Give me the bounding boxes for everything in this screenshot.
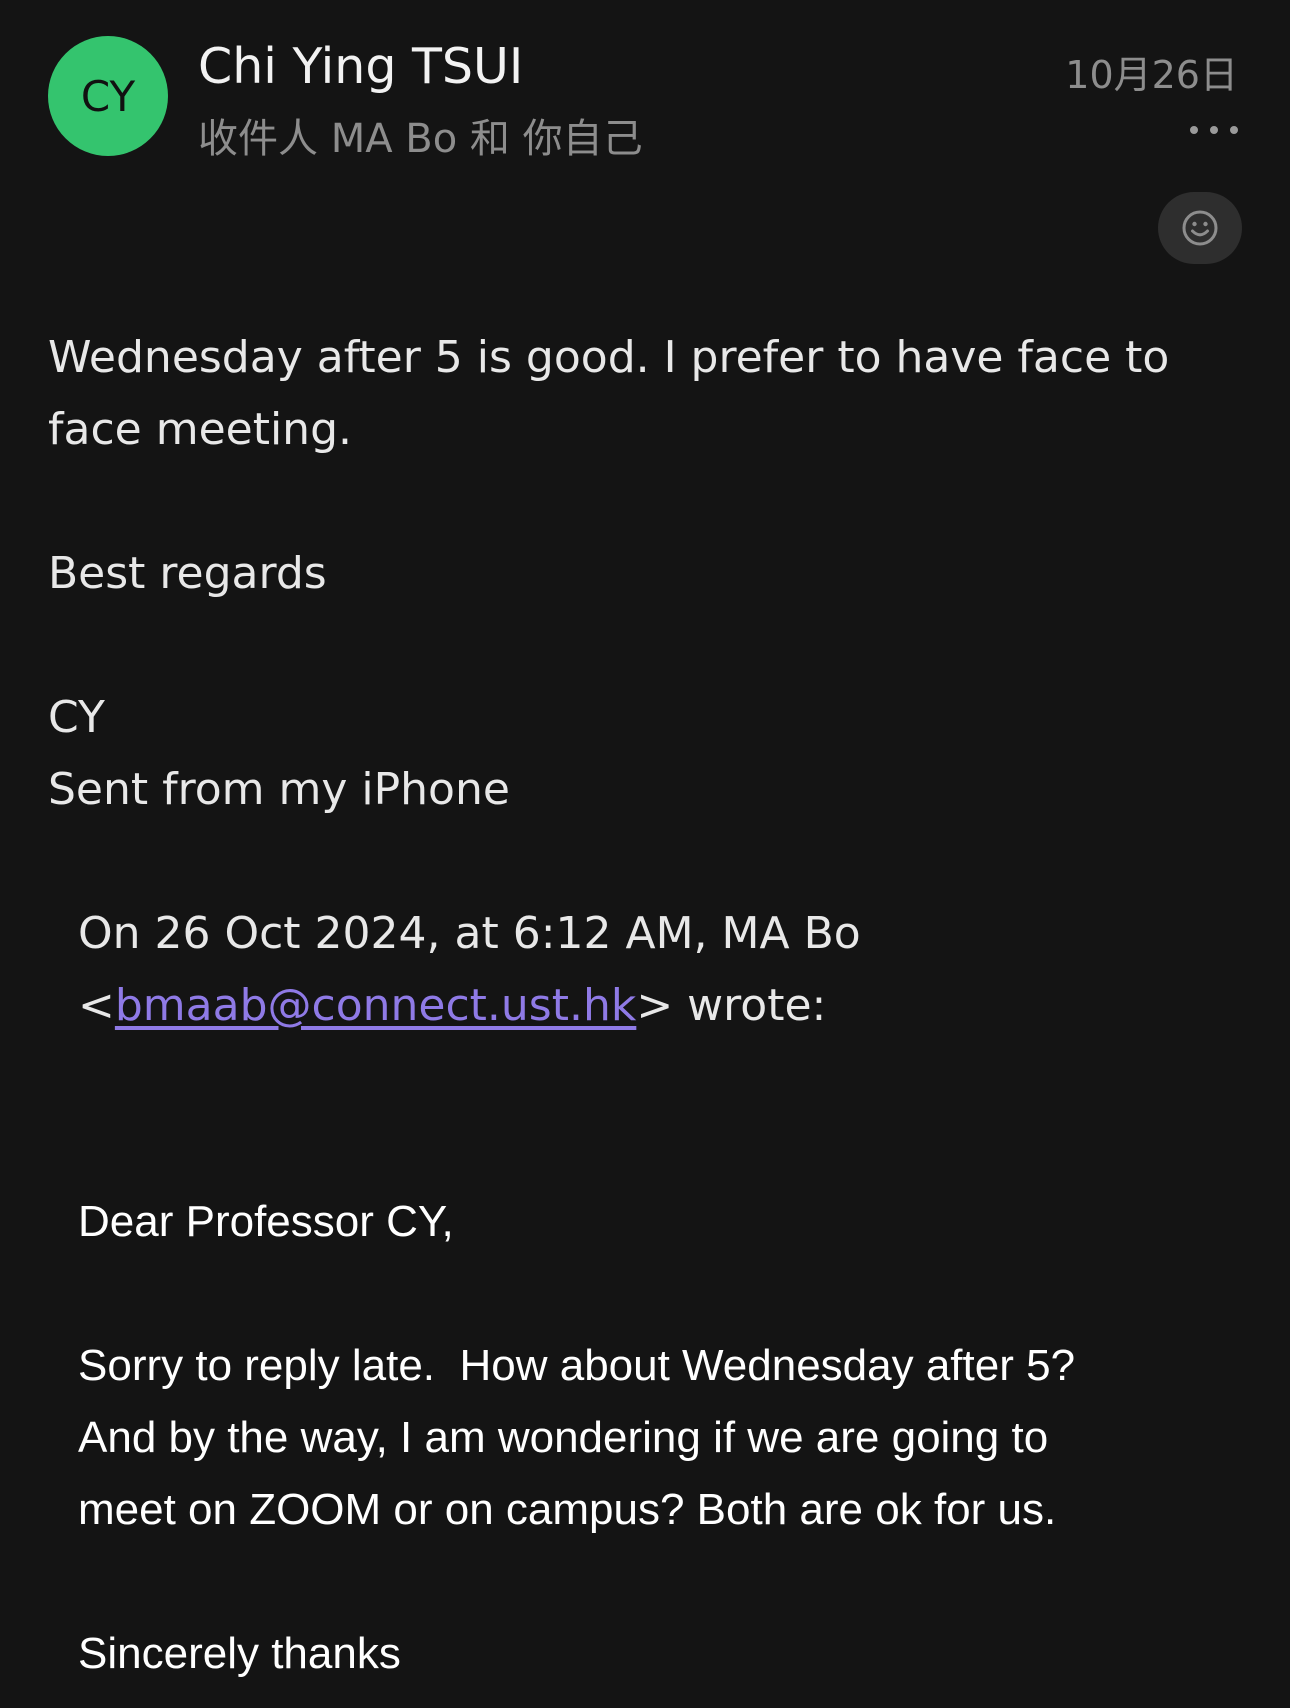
device-note: Sent from my iPhone <box>48 764 510 815</box>
message-date: 10月26日 <box>1065 53 1238 97</box>
quote-paragraph-line: Sorry to reply late. How about Wednesday… <box>78 1341 1076 1390</box>
message-body-line: Wednesday after 5 is good. I prefer to h… <box>48 332 1170 383</box>
ellipsis-icon <box>1190 126 1198 134</box>
quote-greeting: Dear Professor CY, <box>78 1197 454 1246</box>
more-options-button[interactable] <box>1190 118 1238 142</box>
ellipsis-dot <box>1230 126 1238 134</box>
sender-name[interactable]: Chi Ying TSUI <box>198 38 523 95</box>
message-body-line: face meeting. <box>48 404 352 455</box>
message-signature: CY <box>48 692 105 743</box>
message-closing: Best regards <box>48 548 327 599</box>
sender-email-link[interactable]: bmaab@connect.ust.hk <box>115 980 636 1031</box>
open-bracket: < <box>78 980 115 1031</box>
quote-attribution-email-line: <bmaab@connect.ust.hk> wrote: <box>78 970 1258 1042</box>
wrote-text: > wrote: <box>636 980 827 1031</box>
sender-avatar[interactable]: CY <box>48 36 168 156</box>
quote-paragraph-line: meet on ZOOM or on campus? Both are ok f… <box>78 1485 1057 1534</box>
add-reaction-button[interactable] <box>1158 192 1242 264</box>
recipients-line[interactable]: 收件人 MA Bo 和 你自己 <box>198 106 643 164</box>
quote-closing: Sincerely thanks <box>78 1629 401 1678</box>
smiley-icon <box>1182 210 1218 246</box>
quote-attribution: On 26 Oct 2024, at 6:12 AM, MA Bo <box>78 908 861 959</box>
quote-paragraph-line: And by the way, I am wondering if we are… <box>78 1413 1049 1462</box>
ellipsis-dot <box>1210 126 1218 134</box>
message-header: CY Chi Ying TSUI 收件人 MA Bo 和 你自己 10月26日 <box>0 0 1290 264</box>
avatar-initials: CY <box>80 71 136 121</box>
